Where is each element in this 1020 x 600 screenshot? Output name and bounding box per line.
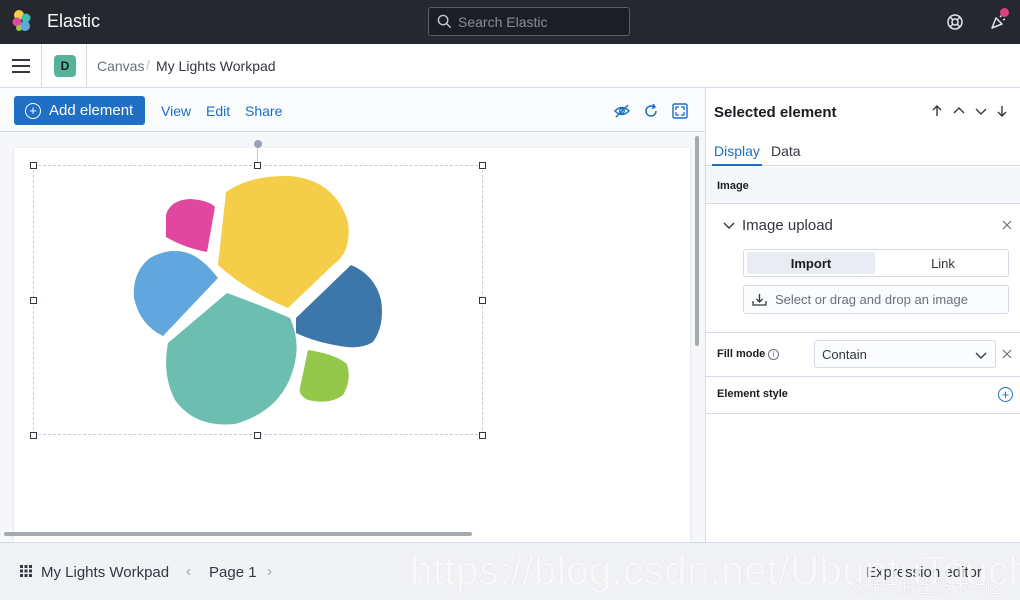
bring-to-front-icon[interactable] (930, 104, 944, 118)
sidebar-panel: Selected element Display Data Image Imag… (705, 88, 1020, 542)
page-indicator: Page 1 (209, 564, 257, 581)
send-backward-icon[interactable] (974, 104, 988, 118)
resize-handle-bottom-right[interactable] (479, 432, 486, 439)
tab-data[interactable]: Data (771, 143, 801, 159)
resize-handle-right[interactable] (479, 297, 486, 304)
notification-dot (1000, 8, 1009, 17)
search-icon (437, 14, 452, 29)
breadcrumb-canvas[interactable]: Canvas (97, 58, 144, 74)
upload-mode-toggle: Import Link (743, 249, 1009, 277)
plus-icon: + (25, 102, 41, 119)
edit-menu[interactable]: Edit (206, 103, 230, 119)
fill-mode-value: Contain (822, 346, 867, 362)
divider (706, 332, 1020, 333)
close-icon[interactable] (1002, 349, 1012, 359)
chevron-down-icon (975, 352, 987, 359)
close-icon[interactable] (1002, 220, 1012, 230)
send-to-back-icon[interactable] (995, 104, 1009, 118)
divider (86, 44, 87, 88)
image-section-header: Image (706, 167, 1020, 204)
bring-forward-icon[interactable] (952, 104, 966, 118)
top-header: Elastic (0, 0, 1020, 44)
space-avatar[interactable]: D (54, 55, 76, 77)
resize-handle-bottom[interactable] (254, 432, 261, 439)
info-icon[interactable]: i (768, 349, 779, 360)
view-menu[interactable]: View (161, 103, 191, 119)
divider (706, 376, 1020, 377)
resize-handle-top-left[interactable] (30, 162, 37, 169)
vertical-scrollbar[interactable] (695, 136, 699, 346)
add-element-button[interactable]: + Add element (14, 96, 145, 125)
tab-display[interactable]: Display (714, 143, 760, 159)
divider (706, 413, 1020, 414)
dropzone-label: Select or drag and drop an image (775, 292, 968, 307)
resize-handle-bottom-left[interactable] (30, 432, 37, 439)
breadcrumb-separator: / (146, 57, 150, 73)
resize-handle-top-right[interactable] (479, 162, 486, 169)
link-button[interactable]: Link (879, 252, 1007, 274)
next-page-icon[interactable]: › (267, 563, 272, 580)
global-search[interactable] (428, 7, 630, 36)
elastic-flower-image[interactable] (120, 170, 395, 430)
panel-tabs: Display Data (706, 138, 1020, 166)
image-upload-title: Image upload (742, 217, 833, 234)
elastic-logo-icon[interactable] (10, 9, 34, 33)
breadcrumb-current: My Lights Workpad (156, 58, 276, 74)
breadcrumb-bar: D Canvas / My Lights Workpad (0, 44, 1020, 88)
resize-handle-top[interactable] (254, 162, 261, 169)
fill-mode-label: Fill mode (717, 348, 766, 360)
help-icon[interactable] (944, 11, 966, 33)
workpad-name[interactable]: My Lights Workpad (41, 564, 169, 581)
fullscreen-icon[interactable] (671, 102, 689, 120)
refresh-icon[interactable] (642, 102, 660, 120)
active-tab-indicator (712, 164, 762, 166)
horizontal-scrollbar[interactable] (4, 532, 472, 536)
expression-editor-toggle[interactable]: Expression editor (866, 564, 982, 581)
teal-petal (166, 293, 297, 425)
add-element-label: Add element (49, 102, 134, 119)
upload-icon (752, 293, 767, 306)
rotation-handle[interactable] (254, 140, 262, 148)
pink-petal (166, 199, 215, 252)
hide-icon[interactable] (613, 102, 631, 120)
news-feed-icon[interactable] (987, 8, 1009, 33)
green-petal (299, 350, 349, 402)
add-style-icon[interactable]: + (998, 387, 1013, 402)
import-button[interactable]: Import (747, 252, 875, 274)
canvas-toolbar: + Add element View Edit Share (0, 88, 705, 132)
fill-mode-select[interactable]: Contain (814, 340, 996, 368)
element-style-label: Element style (717, 388, 788, 400)
divider (41, 44, 42, 88)
brand-name: Elastic (47, 11, 101, 31)
image-section-label: Image (717, 180, 749, 192)
image-dropzone[interactable]: Select or drag and drop an image (743, 285, 1009, 314)
previous-page-icon[interactable]: ‹ (186, 563, 191, 580)
search-input[interactable] (458, 13, 618, 30)
page-manager-icon[interactable] (20, 565, 32, 577)
resize-handle-left[interactable] (30, 297, 37, 304)
chevron-down-icon[interactable] (722, 218, 736, 232)
hamburger-menu-icon[interactable] (11, 57, 31, 75)
workpad-footer: My Lights Workpad ‹ Page 1 › Expression … (0, 542, 1020, 600)
share-menu[interactable]: Share (245, 103, 282, 119)
panel-title: Selected element (714, 104, 837, 121)
